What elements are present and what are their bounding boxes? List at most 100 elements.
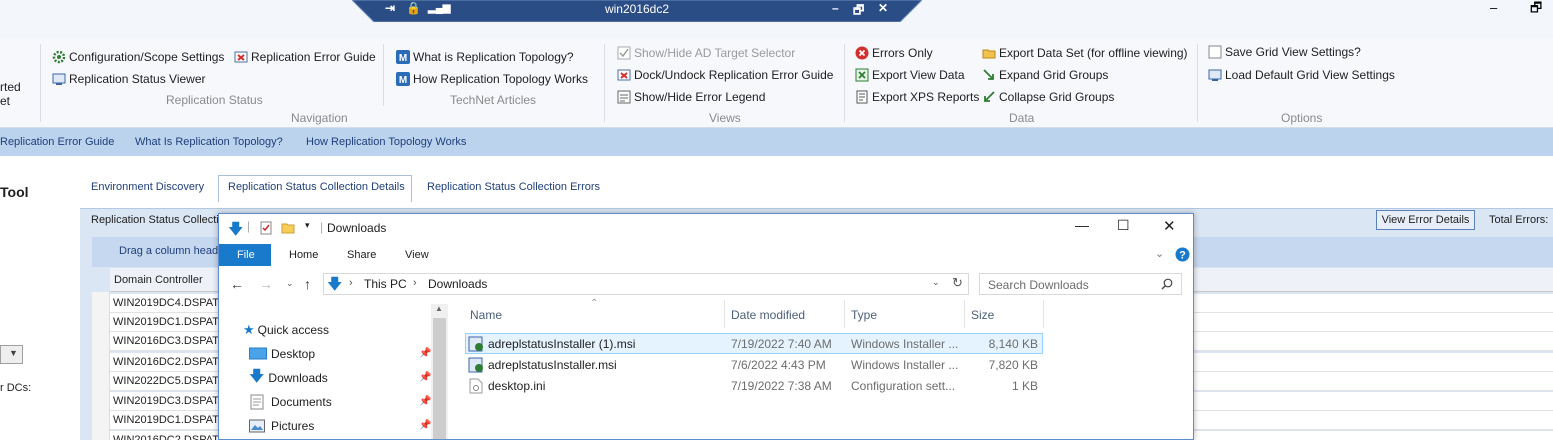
file-row[interactable]: desktop.ini 7/19/2022 7:38 AM Configurat… [465,376,1043,397]
link-replication-error-guide[interactable]: Replication Error Guide [0,136,114,148]
close-icon[interactable]: ✕ [1163,217,1176,235]
column-size[interactable]: Size [971,308,994,322]
file-date: 7/19/2022 7:38 AM [731,379,832,393]
dock-undock-error-guide-label: Dock/Undock Replication Error Guide [634,68,834,82]
technet-icon: M [396,72,410,86]
replication-status-viewer-button[interactable]: Replication Status Viewer [52,70,206,88]
nav-pictures[interactable]: Pictures [249,415,314,437]
column-separator[interactable] [1043,300,1044,328]
show-hide-ad-target-selector-button[interactable]: Show/Hide AD Target Selector [617,44,795,62]
divider: | [320,220,324,234]
breadcrumb-this-pc[interactable]: This PC [364,277,407,291]
domain-controller-header[interactable]: Domain Controller [114,274,203,286]
pin-icon[interactable]: 📌 [419,348,431,359]
expand-grid-groups-button[interactable]: Expand Grid Groups [982,66,1108,84]
recent-locations-icon[interactable]: ⌄ [286,278,294,289]
pin-icon[interactable]: ⇥ [385,1,395,15]
how-replication-topology-works-button[interactable]: M How Replication Topology Works [396,70,588,88]
errors-only-button[interactable]: Errors Only [855,44,933,62]
nav-label: Pictures [271,419,315,433]
view-tab[interactable]: View [405,249,429,261]
pin-icon[interactable]: 📌 [419,396,431,407]
documents-icon [250,394,264,410]
ribbon-separator [383,44,384,106]
export-view-data-button[interactable]: Export View Data [855,66,965,84]
file-name: adreplstatusInstaller (1).msi [488,337,636,351]
customize-toolbar-icon[interactable]: ▾ [305,220,310,231]
minimize-icon[interactable]: — [1075,217,1089,233]
forward-arrow-icon[interactable]: → [259,276,273,292]
column-separator[interactable] [964,300,965,328]
link-what-is-replication-topology[interactable]: What Is Replication Topology? [135,136,283,148]
file-row[interactable]: adreplstatusInstaller.msi 7/6/2022 4:43 … [465,355,1043,376]
minimize-icon[interactable]: – [1490,0,1497,15]
collapse-grid-groups-button[interactable]: Collapse Grid Groups [982,88,1114,106]
file-explorer-window: 🡇 | ▾ | Downloads — ☐ ✕ File Home Share … [218,213,1194,440]
nav-quick-access[interactable]: ★ Quick access [243,319,329,341]
dock-undock-error-guide-button[interactable]: Dock/Undock Replication Error Guide [617,66,833,84]
breadcrumb-chevron-icon: › [413,277,417,289]
error-guide-icon [234,51,248,63]
export-xps-reports-button[interactable]: Export XPS Reports [855,88,979,106]
file-size: 8,140 KB [988,337,1038,351]
search-input[interactable]: Search Downloads [988,278,1089,292]
restore-icon[interactable]: 🗗 [1530,0,1542,21]
column-separator[interactable] [724,300,725,328]
pin-icon[interactable]: 📌 [419,372,431,383]
view-error-details-button[interactable]: View Error Details [1376,210,1475,230]
scroll-up-icon[interactable]: ▲ [435,304,443,313]
rd-close-icon[interactable]: ✕ [878,1,888,15]
replication-status-group-label: Replication Status [166,93,263,107]
tab-replication-status-collection-errors[interactable]: Replication Status Collection Errors [427,181,600,193]
nav-desktop[interactable]: Desktop [249,343,315,365]
pin-icon[interactable]: 📌 [419,420,431,431]
help-icon[interactable]: ? [1175,247,1190,262]
search-icon[interactable] [1161,278,1173,290]
column-separator[interactable] [844,300,845,328]
nav-documents[interactable]: Documents [249,391,332,413]
dock-icon [617,69,631,81]
what-is-replication-topology-button[interactable]: M What is Replication Topology? [396,48,574,66]
up-arrow-icon[interactable]: ↑ [304,276,311,292]
new-folder-icon[interactable] [281,221,295,235]
views-group-label: Views [709,111,741,125]
tab-environment-discovery[interactable]: Environment Discovery [91,181,204,193]
configuration-scope-button[interactable]: Configuration/Scope Settings [52,48,224,66]
nav-label: Quick access [257,323,330,337]
refresh-icon[interactable]: ↻ [952,275,963,291]
properties-icon[interactable] [259,221,273,235]
left-partial-text-1: rted [0,80,21,94]
column-date-modified[interactable]: Date modified [731,308,805,322]
column-name[interactable]: Name [470,308,502,322]
options-group-label: Options [1281,111,1323,125]
link-how-replication-topology-works[interactable]: How Replication Topology Works [306,136,466,148]
nav-downloads[interactable]: 🡇 Downloads [249,367,328,389]
load-default-grid-view-settings-button[interactable]: Load Default Grid View Settings [1208,66,1395,84]
rd-restore-icon[interactable]: 🗗 [853,1,864,22]
show-hide-error-legend-button[interactable]: Show/Hide Error Legend [617,88,765,106]
home-tab[interactable]: Home [289,249,318,261]
legend-icon [617,90,631,104]
replication-error-guide-button[interactable]: Replication Error Guide [234,48,376,66]
nav-scrollbar-thumb[interactable] [433,318,446,439]
excel-icon [855,68,869,82]
expand-grid-groups-label: Expand Grid Groups [999,68,1109,82]
breadcrumb-downloads[interactable]: Downloads [428,277,487,291]
divider: | [247,219,251,233]
export-data-set-button[interactable]: Export Data Set (for offline viewing) [982,44,1188,62]
file-size: 7,820 KB [988,358,1038,372]
address-dropdown-icon[interactable]: ⌄ [932,277,940,288]
rd-minimize-icon[interactable]: – [832,1,839,15]
maximize-icon[interactable]: ☐ [1117,217,1130,234]
save-grid-view-settings-checkbox[interactable]: Save Grid View Settings? [1208,43,1361,61]
share-tab[interactable]: Share [347,249,376,261]
dropdown-box[interactable]: ▼ [0,345,23,364]
file-row[interactable]: adreplstatusInstaller (1).msi 7/19/2022 … [465,333,1043,354]
column-type[interactable]: Type [851,308,877,322]
address-bar[interactable] [323,273,969,295]
chevron-down-icon[interactable]: ⌄ [1155,247,1164,260]
back-arrow-icon[interactable]: ← [230,276,244,292]
what-is-replication-topology-label: What is Replication Topology? [413,50,574,64]
tab-replication-status-collection-details[interactable]: Replication Status Collection Details [228,181,405,193]
checkbox-icon [617,46,631,60]
